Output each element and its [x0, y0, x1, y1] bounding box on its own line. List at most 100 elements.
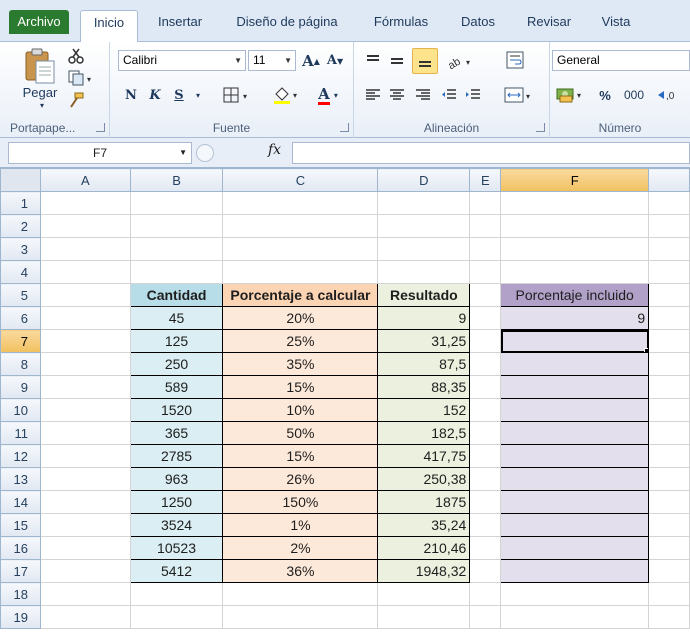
clipboard-launcher-icon[interactable] [96, 123, 105, 132]
cell[interactable] [469, 467, 502, 491]
resultado-cell[interactable]: 250,38 [377, 467, 471, 491]
fill-color-icon[interactable]: ▾ [270, 84, 304, 106]
cell[interactable] [39, 559, 131, 583]
cell[interactable] [39, 329, 131, 353]
row-header[interactable]: 13 [0, 467, 41, 491]
thousands-separator-button[interactable]: 000 [620, 84, 648, 106]
increase-decimal-icon[interactable]: ,0 [654, 84, 690, 106]
cantidad-cell[interactable]: 963 [129, 467, 224, 491]
cell[interactable] [222, 260, 379, 284]
resultado-cell[interactable]: 1948,32 [377, 559, 471, 583]
header-cantidad[interactable]: Cantidad [129, 283, 224, 307]
cell[interactable] [648, 191, 690, 215]
copy-icon[interactable]: ▾ [66, 68, 96, 88]
cell[interactable] [39, 513, 131, 537]
cell[interactable] [222, 237, 379, 261]
cell[interactable] [469, 398, 502, 422]
porcentaje-cell[interactable]: 15% [222, 444, 379, 468]
number-format-combo[interactable]: General [552, 50, 690, 71]
row-header[interactable]: 4 [0, 260, 41, 284]
porcentaje-cell[interactable]: 36% [222, 559, 379, 583]
cut-icon[interactable] [66, 46, 86, 66]
align-top-icon[interactable] [362, 50, 384, 72]
grow-font-button[interactable]: A ▲ [300, 50, 322, 71]
row-header[interactable]: 1 [0, 191, 41, 215]
cell[interactable] [648, 490, 690, 514]
cell[interactable] [648, 260, 690, 284]
cantidad-cell[interactable]: 250 [129, 352, 224, 376]
borders-icon[interactable]: ▾ [220, 84, 254, 106]
cell[interactable] [469, 283, 502, 307]
cantidad-cell[interactable]: 10523 [129, 536, 224, 560]
resultado-cell[interactable]: 210,46 [377, 536, 471, 560]
cell[interactable] [648, 283, 690, 307]
resultado-cell[interactable]: 182,5 [377, 421, 471, 445]
row-header[interactable]: 3 [0, 237, 41, 261]
resultado-cell[interactable]: 1875 [377, 490, 471, 514]
cell[interactable] [469, 490, 502, 514]
cell[interactable] [500, 191, 650, 215]
cell[interactable] [39, 306, 131, 330]
porcentaje-cell[interactable]: 26% [222, 467, 379, 491]
cell[interactable] [39, 490, 131, 514]
porcentaje-cell[interactable]: 25% [222, 329, 379, 353]
porcentaje-cell[interactable]: 150% [222, 490, 379, 514]
wrap-text-icon[interactable] [504, 48, 526, 72]
resultado-cell[interactable]: 417,75 [377, 444, 471, 468]
cell[interactable] [500, 582, 650, 606]
cell[interactable] [648, 214, 690, 238]
align-middle-icon[interactable] [386, 50, 408, 72]
cell[interactable] [648, 559, 690, 583]
underline-dropdown-icon[interactable]: ▾ [192, 84, 204, 106]
cell[interactable] [129, 605, 224, 629]
cell[interactable] [39, 605, 131, 629]
header-porcentaje-incluido[interactable]: Porcentaje incluido [500, 283, 650, 307]
resultado-cell[interactable]: 88,35 [377, 375, 471, 399]
format-painter-icon[interactable] [66, 90, 86, 110]
porcentaje-cell[interactable]: 35% [222, 352, 379, 376]
cell[interactable] [377, 582, 471, 606]
cantidad-cell[interactable]: 1520 [129, 398, 224, 422]
cell[interactable] [377, 237, 471, 261]
insert-function-button[interactable]: fx [268, 142, 281, 158]
porcentaje-incluido-cell[interactable] [500, 536, 650, 560]
column-header-f[interactable]: F [500, 168, 650, 192]
cantidad-cell[interactable]: 125 [129, 329, 224, 353]
cell[interactable] [39, 444, 131, 468]
cell[interactable] [469, 306, 502, 330]
cell[interactable] [648, 306, 690, 330]
cell[interactable] [469, 260, 502, 284]
formula-bar-resize-handle[interactable] [196, 144, 214, 162]
cell[interactable] [39, 191, 131, 215]
cell[interactable] [648, 582, 690, 606]
porcentaje-incluido-cell[interactable] [500, 467, 650, 491]
cell[interactable] [222, 605, 379, 629]
cell[interactable] [129, 582, 224, 606]
cell[interactable] [469, 214, 502, 238]
column-header-e[interactable]: E [469, 168, 502, 192]
row-header[interactable]: 5 [0, 283, 41, 307]
cell[interactable] [377, 191, 471, 215]
cantidad-cell[interactable]: 365 [129, 421, 224, 445]
formula-input[interactable] [292, 142, 690, 164]
tab-inicio[interactable]: Inicio [80, 10, 138, 43]
column-header-a[interactable]: A [39, 168, 131, 192]
cell[interactable] [648, 329, 690, 353]
porcentaje-incluido-cell[interactable] [500, 513, 650, 537]
bold-button[interactable]: N [120, 84, 142, 106]
porcentaje-incluido-cell[interactable] [500, 444, 650, 468]
header-resultado[interactable]: Resultado [377, 283, 471, 307]
cell[interactable] [469, 559, 502, 583]
tab-formulas[interactable]: Fórmulas [364, 10, 438, 34]
cantidad-cell[interactable]: 2785 [129, 444, 224, 468]
row-header[interactable]: 19 [0, 605, 41, 629]
align-bottom-icon[interactable] [412, 48, 438, 74]
cell[interactable] [129, 214, 224, 238]
percent-style-button[interactable]: % [594, 84, 616, 106]
active-cell-f7[interactable] [500, 329, 650, 353]
alignment-launcher-icon[interactable] [536, 123, 545, 132]
row-header[interactable]: 15 [0, 513, 41, 537]
cell[interactable] [39, 283, 131, 307]
resultado-cell[interactable]: 87,5 [377, 352, 471, 376]
cell[interactable] [39, 536, 131, 560]
